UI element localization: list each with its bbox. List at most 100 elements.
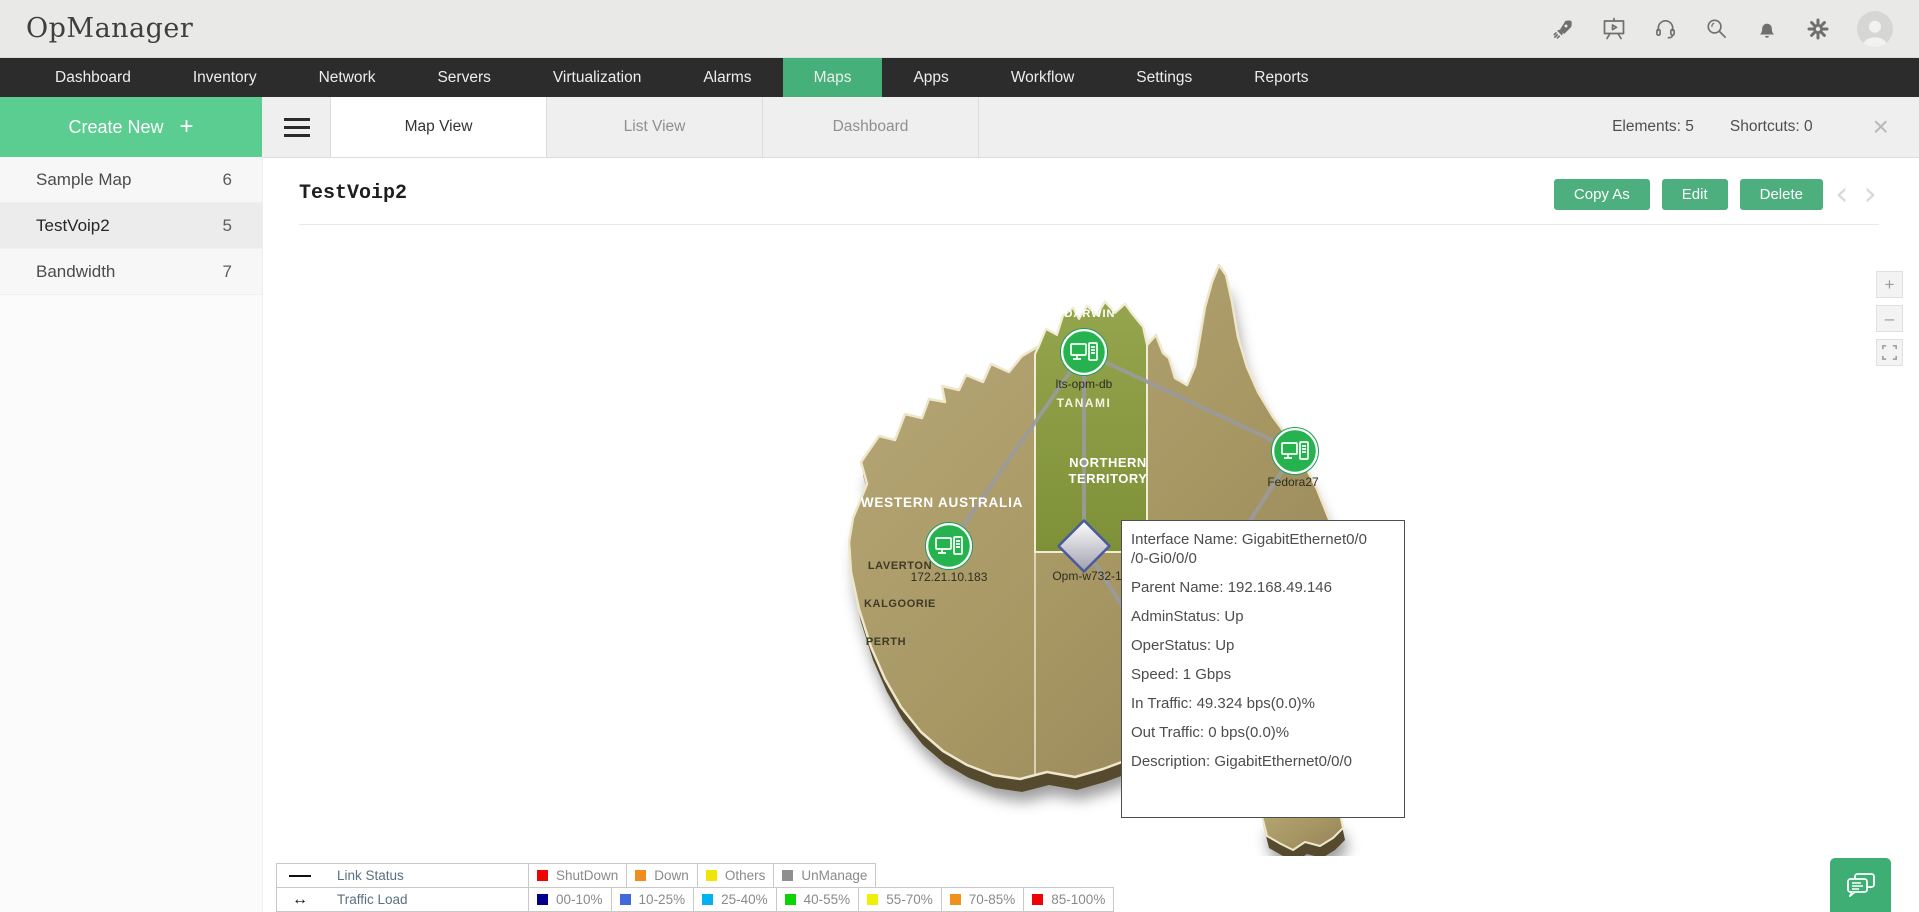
- top-icon-group: [1551, 10, 1893, 47]
- tooltip-interface-name-cont: /0-Gi0/0/0: [1131, 550, 1197, 567]
- label-kalgoorie: KALGOORIE: [864, 598, 936, 610]
- legend-0-10: 00-10%: [528, 887, 612, 912]
- legend-25-40: 25-40%: [693, 887, 777, 912]
- legend-55-70: 55-70%: [858, 887, 942, 912]
- label-nt-1: NORTHERN: [1069, 455, 1147, 470]
- tooltip-admin-status: AdminStatus: Up: [1131, 608, 1244, 625]
- legend-40-55: 40-55%: [775, 887, 860, 912]
- legend-70-85: 70-85%: [940, 887, 1025, 912]
- view-tab-bar: Map View List View Dashboard Elements: 5…: [263, 97, 1919, 158]
- nav-reports[interactable]: Reports: [1223, 58, 1339, 97]
- tab-list-view[interactable]: List View: [547, 97, 763, 157]
- map-count: 5: [222, 215, 232, 235]
- legend-row-label: Link Status: [337, 868, 404, 883]
- others-swatch: [705, 870, 717, 881]
- legend-link-status[interactable]: Link Status: [276, 863, 529, 888]
- legend-traffic-load-row: ↔ Traffic Load 00-10% 10-25% 25-40% 40-5…: [276, 887, 1115, 912]
- headset-icon[interactable]: [1653, 17, 1677, 41]
- create-new-button[interactable]: Create New +: [0, 97, 262, 157]
- copy-as-button[interactable]: Copy As: [1553, 179, 1650, 210]
- map-legend: Link Status ShutDown Down Others UnManag…: [276, 863, 1115, 912]
- legend-others: Others: [696, 863, 775, 888]
- delete-button[interactable]: Delete: [1739, 179, 1823, 210]
- legend-down: Down: [626, 863, 698, 888]
- shortcuts-count: Shortcuts: 0: [1729, 118, 1813, 135]
- nav-servers[interactable]: Servers: [406, 58, 521, 97]
- node-label-lts-opm-db: lts-opm-db: [1056, 377, 1113, 391]
- chat-button[interactable]: [1830, 858, 1891, 912]
- search-icon[interactable]: [1704, 17, 1728, 41]
- legend-link-status-row: Link Status ShutDown Down Others UnManag…: [276, 863, 1114, 888]
- tooltip-speed: Speed: 1 Gbps: [1131, 666, 1232, 683]
- nav-apps[interactable]: Apps: [882, 58, 979, 97]
- map-canvas: TestVoip2 Copy As Edit Delete ‹ › DARWIN…: [263, 158, 1919, 912]
- tooltip-description: Description: GigabitEthernet0/0/0: [1131, 753, 1352, 770]
- legend-traffic-load[interactable]: ↔ Traffic Load: [276, 887, 529, 912]
- hamburger-menu-icon[interactable]: [263, 97, 330, 157]
- tab-map-view[interactable]: Map View: [330, 97, 547, 157]
- zoom-out-button[interactable]: –: [1876, 305, 1903, 332]
- maps-sidebar: Create New + Sample Map 6 TestVoip2 5 Ba…: [0, 97, 263, 912]
- zoom-in-button[interactable]: +: [1876, 271, 1903, 298]
- map-name: TestVoip2: [36, 215, 110, 235]
- plus-icon: +: [179, 113, 194, 140]
- label-perth: PERTH: [866, 636, 906, 648]
- label-tanami: TANAMI: [1057, 396, 1112, 410]
- tooltip-interface-name: Interface Name: GigabitEthernet0/0: [1131, 531, 1367, 548]
- tooltip-in-traffic: In Traffic: 49.324 bps(0.0)%: [1131, 695, 1315, 712]
- unmanage-swatch: [782, 870, 794, 881]
- nav-alarms[interactable]: Alarms: [672, 58, 782, 97]
- node-172-21-10-183[interactable]: [925, 522, 973, 570]
- nav-virtualization[interactable]: Virtualization: [522, 58, 672, 97]
- map-count: 6: [222, 169, 232, 189]
- down-swatch: [635, 870, 647, 881]
- presentation-icon[interactable]: [1602, 17, 1626, 41]
- fullscreen-button[interactable]: [1876, 339, 1903, 366]
- page-title: TestVoip2: [299, 182, 408, 205]
- rocket-icon[interactable]: [1551, 17, 1575, 41]
- map-name: Bandwidth: [36, 261, 116, 281]
- create-new-label: Create New: [68, 116, 164, 137]
- link-line-icon: [289, 874, 311, 877]
- sidebar-item-bandwidth[interactable]: Bandwidth 7: [0, 249, 262, 295]
- node-lts-opm-db[interactable]: [1060, 328, 1108, 376]
- elements-count: Elements: 5: [1612, 118, 1694, 135]
- node-label-172-21-10-183: 172.21.10.183: [911, 570, 988, 584]
- nav-network[interactable]: Network: [288, 58, 407, 97]
- bell-icon[interactable]: [1755, 17, 1779, 41]
- tab-dashboard[interactable]: Dashboard: [763, 97, 979, 157]
- edit-button[interactable]: Edit: [1661, 179, 1728, 210]
- node-fedora27[interactable]: [1271, 427, 1319, 475]
- map-meta: Elements: 5 Shortcuts: 0 ×: [1576, 97, 1919, 157]
- nav-settings[interactable]: Settings: [1105, 58, 1223, 97]
- nav-inventory[interactable]: Inventory: [162, 58, 288, 97]
- sidebar-item-sample-map[interactable]: Sample Map 6: [0, 157, 262, 203]
- legend-row-label: Traffic Load: [337, 892, 408, 907]
- map-count: 7: [222, 261, 232, 281]
- map-name: Sample Map: [36, 169, 132, 189]
- label-darwin: DARWIN: [1064, 308, 1115, 320]
- label-western-australia: WESTERN AUSTRALIA: [861, 495, 1023, 510]
- top-bar: OpManager: [0, 0, 1919, 58]
- avatar[interactable]: [1857, 10, 1893, 47]
- legend-shutdown: ShutDown: [528, 863, 628, 888]
- shutdown-swatch: [537, 870, 548, 881]
- pager-chevrons[interactable]: ‹ ›: [1835, 177, 1879, 211]
- nav-maps[interactable]: Maps: [782, 58, 883, 97]
- legend-unmanage: UnManage: [773, 863, 877, 888]
- close-icon[interactable]: ×: [1873, 113, 1889, 141]
- legend-85-100: 85-100%: [1023, 887, 1115, 912]
- traffic-arrow-icon: ↔: [292, 890, 308, 908]
- main-nav: Dashboard Inventory Network Servers Virt…: [0, 58, 1919, 97]
- node-label-opm-w732-1: Opm-w732-1: [1052, 569, 1122, 583]
- title-divider: [299, 224, 1879, 225]
- map-zoom-controls: + –: [1876, 271, 1903, 366]
- tooltip-out-traffic: Out Traffic: 0 bps(0.0)%: [1131, 724, 1290, 741]
- sidebar-item-testvoip2[interactable]: TestVoip2 5: [0, 203, 262, 249]
- nav-dashboard[interactable]: Dashboard: [24, 58, 162, 97]
- gear-icon[interactable]: [1806, 17, 1830, 41]
- nav-workflow[interactable]: Workflow: [980, 58, 1105, 97]
- map-actions: Copy As Edit Delete ‹ ›: [1553, 177, 1879, 211]
- tooltip-oper-status: OperStatus: Up: [1131, 637, 1235, 654]
- label-nt-2: TERRITORY: [1069, 471, 1148, 486]
